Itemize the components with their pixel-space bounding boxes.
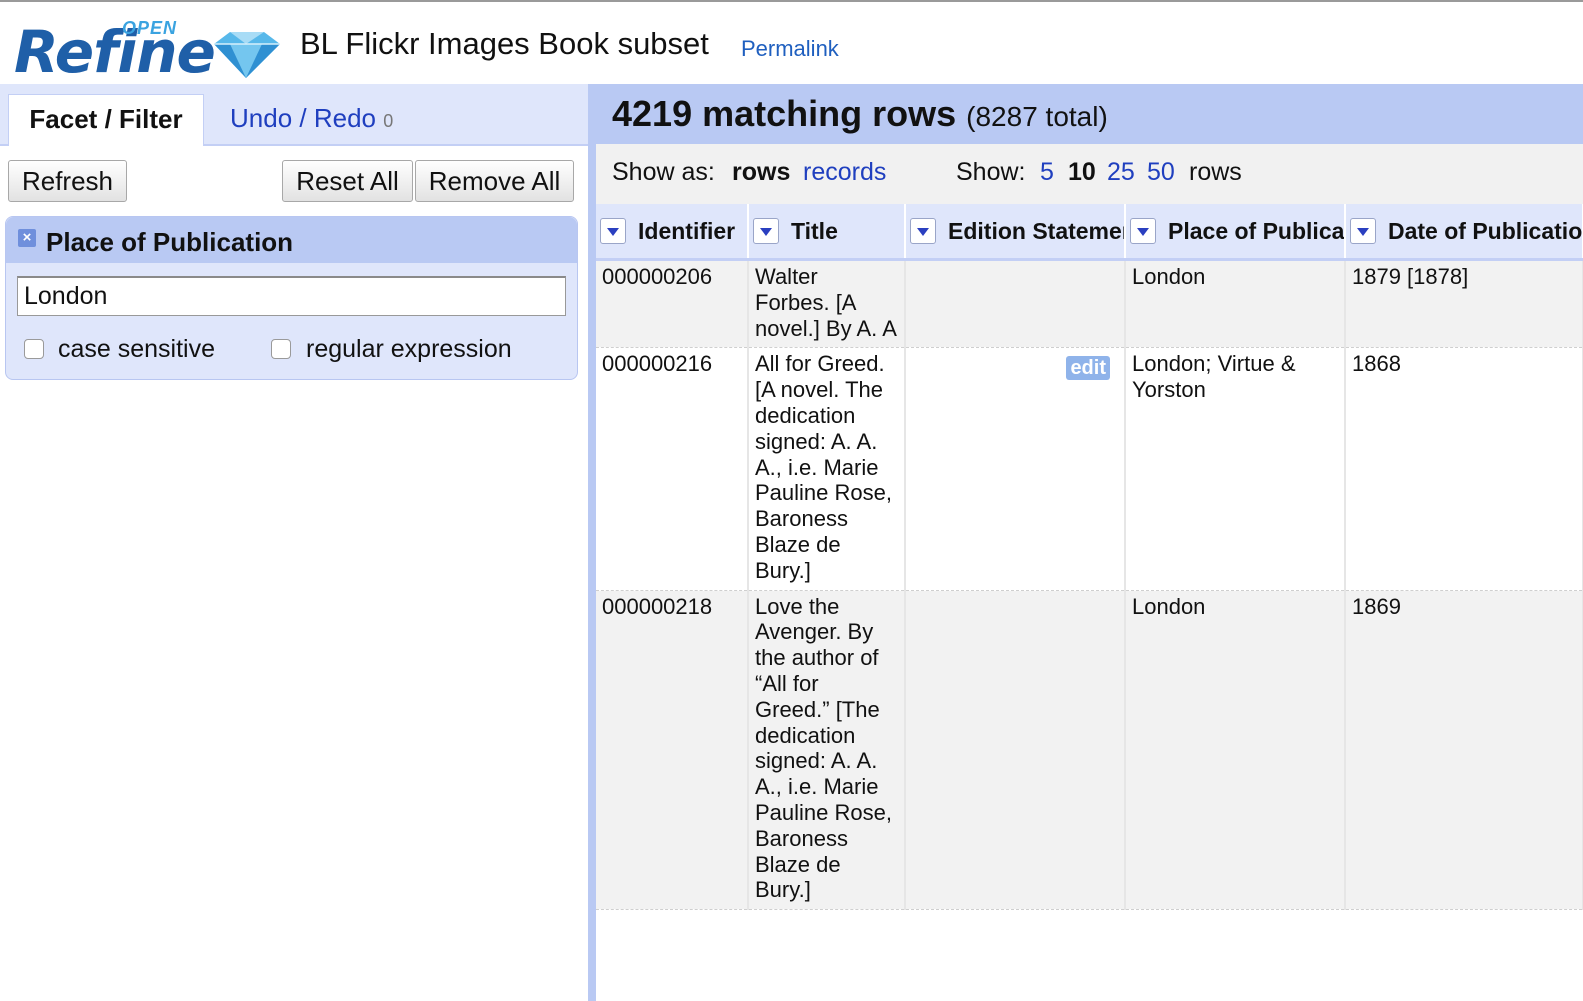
column-menu-dropdown-icon[interactable] (600, 218, 626, 244)
remove-all-button[interactable]: Remove All (415, 160, 574, 202)
column-header-title: Title (748, 204, 906, 261)
data-table: Identifier Title Edition Statement Place… (596, 204, 1583, 911)
column-menu-dropdown-icon[interactable] (1130, 218, 1156, 244)
tab-facet-filter-label: Facet / Filter (29, 104, 183, 134)
show-as-rows-option: rows (732, 158, 791, 186)
text-filter-facet: × Place of Publication case sensitive re… (5, 216, 578, 380)
cell-title[interactable]: All for Greed. [A novel. The dedication … (748, 347, 906, 591)
tab-undo-redo-label: Undo / Redo (230, 103, 376, 133)
column-header-label: Date of Publication (1388, 217, 1582, 244)
cell-edition-statement[interactable]: edit (905, 347, 1126, 591)
column-header-label: Title (791, 217, 838, 244)
matching-rows-count: 4219 matching rows (612, 93, 957, 134)
tab-facet-filter[interactable]: Facet / Filter (8, 94, 204, 146)
cell-identifier[interactable]: 000000218 (596, 590, 749, 911)
show-as-records-link[interactable]: records (803, 158, 886, 187)
logo-superscript: OPEN (122, 18, 178, 38)
column-header-label: Edition Statement (948, 217, 1124, 244)
regular-expression-label: regular expression (306, 335, 512, 363)
cell-date-of-publication[interactable]: 1879 [1878] (1345, 259, 1583, 349)
column-header-date-of-publication: Date of Publication (1345, 204, 1583, 261)
diamond-icon (214, 32, 280, 78)
logo-word: Refine (14, 18, 216, 86)
page-size-50-link[interactable]: 50 (1147, 158, 1175, 187)
cell-date-of-publication[interactable]: 1869 (1345, 590, 1583, 911)
cell-title[interactable]: Love the Avenger. By the author of “All … (748, 590, 906, 911)
case-sensitive-label: case sensitive (58, 335, 216, 363)
left-tab-bar: Facet / Filter Undo / Redo 0 (0, 84, 588, 146)
data-panel: 4219 matching rows (8287 total) Show as:… (596, 84, 1583, 1001)
page-size-25-link[interactable]: 25 (1107, 158, 1135, 187)
total-rows-count: (8287 total) (966, 101, 1108, 132)
rows-label: rows (1189, 158, 1242, 186)
facet-filter-input[interactable] (17, 276, 566, 316)
cell-edition-statement[interactable] (905, 590, 1126, 911)
cell-place-of-publication[interactable]: London; Virtue & Yorston (1125, 347, 1346, 591)
column-menu-dropdown-icon[interactable] (753, 218, 779, 244)
column-header-label: Place of Publication (1168, 217, 1344, 244)
table-row: 000000216 All for Greed. [A novel. The d… (596, 347, 1583, 591)
column-header-place-of-publication: Place of Publication (1125, 204, 1346, 261)
close-icon[interactable]: × (18, 229, 36, 247)
cell-date-of-publication[interactable]: 1868 (1345, 347, 1583, 591)
column-header-label: Identifier (638, 217, 736, 244)
project-title[interactable]: BL Flickr Images Book subset (300, 26, 709, 62)
cell-place-of-publication[interactable]: London (1125, 259, 1346, 349)
view-controls-bar: Show as: rows records Show: 5 10 25 50 r… (596, 144, 1583, 204)
show-as-label: Show as: (612, 158, 715, 186)
column-header-edition-statement: Edition Statement (905, 204, 1126, 261)
column-header-identifier: Identifier (596, 204, 749, 261)
openrefine-logo[interactable]: Refine OPEN (14, 16, 280, 86)
matching-rows-summary: 4219 matching rows (8287 total) (612, 93, 1108, 135)
cell-title[interactable]: Walter Forbes. [A novel.] By A. A (748, 259, 906, 349)
show-label: Show: (956, 158, 1026, 186)
column-menu-dropdown-icon[interactable] (910, 218, 936, 244)
table-row: 000000218 Love the Avenger. By the autho… (596, 590, 1583, 911)
cell-edit-button[interactable]: edit (1066, 356, 1110, 381)
window-top-border (0, 0, 1583, 2)
page-size-10-option: 10 (1068, 158, 1096, 186)
table-header-row: Identifier Title Edition Statement Place… (596, 204, 1583, 261)
page-size-5-link[interactable]: 5 (1040, 158, 1054, 187)
tab-undo-redo[interactable]: Undo / Redo 0 (230, 94, 393, 146)
reset-all-button[interactable]: Reset All (282, 160, 413, 202)
facet-title: Place of Publication (46, 227, 294, 257)
panel-divider[interactable] (588, 84, 596, 1001)
refresh-button[interactable]: Refresh (8, 160, 127, 202)
cell-identifier[interactable]: 000000216 (596, 347, 749, 591)
undo-count-badge: 0 (383, 111, 394, 131)
case-sensitive-checkbox[interactable] (24, 339, 44, 359)
column-menu-dropdown-icon[interactable] (1350, 218, 1376, 244)
summary-bar: 4219 matching rows (8287 total) (596, 84, 1583, 144)
cell-place-of-publication[interactable]: London (1125, 590, 1346, 911)
regular-expression-checkbox[interactable] (271, 339, 291, 359)
permalink-link[interactable]: Permalink (741, 36, 839, 62)
cell-identifier[interactable]: 000000206 (596, 259, 749, 349)
cell-edition-statement[interactable] (905, 259, 1126, 349)
table-row: 000000206 Walter Forbes. [A novel.] By A… (596, 259, 1583, 349)
left-panel: Facet / Filter Undo / Redo 0 Refresh Res… (0, 84, 588, 1001)
facet-header: × Place of Publication (6, 217, 577, 263)
